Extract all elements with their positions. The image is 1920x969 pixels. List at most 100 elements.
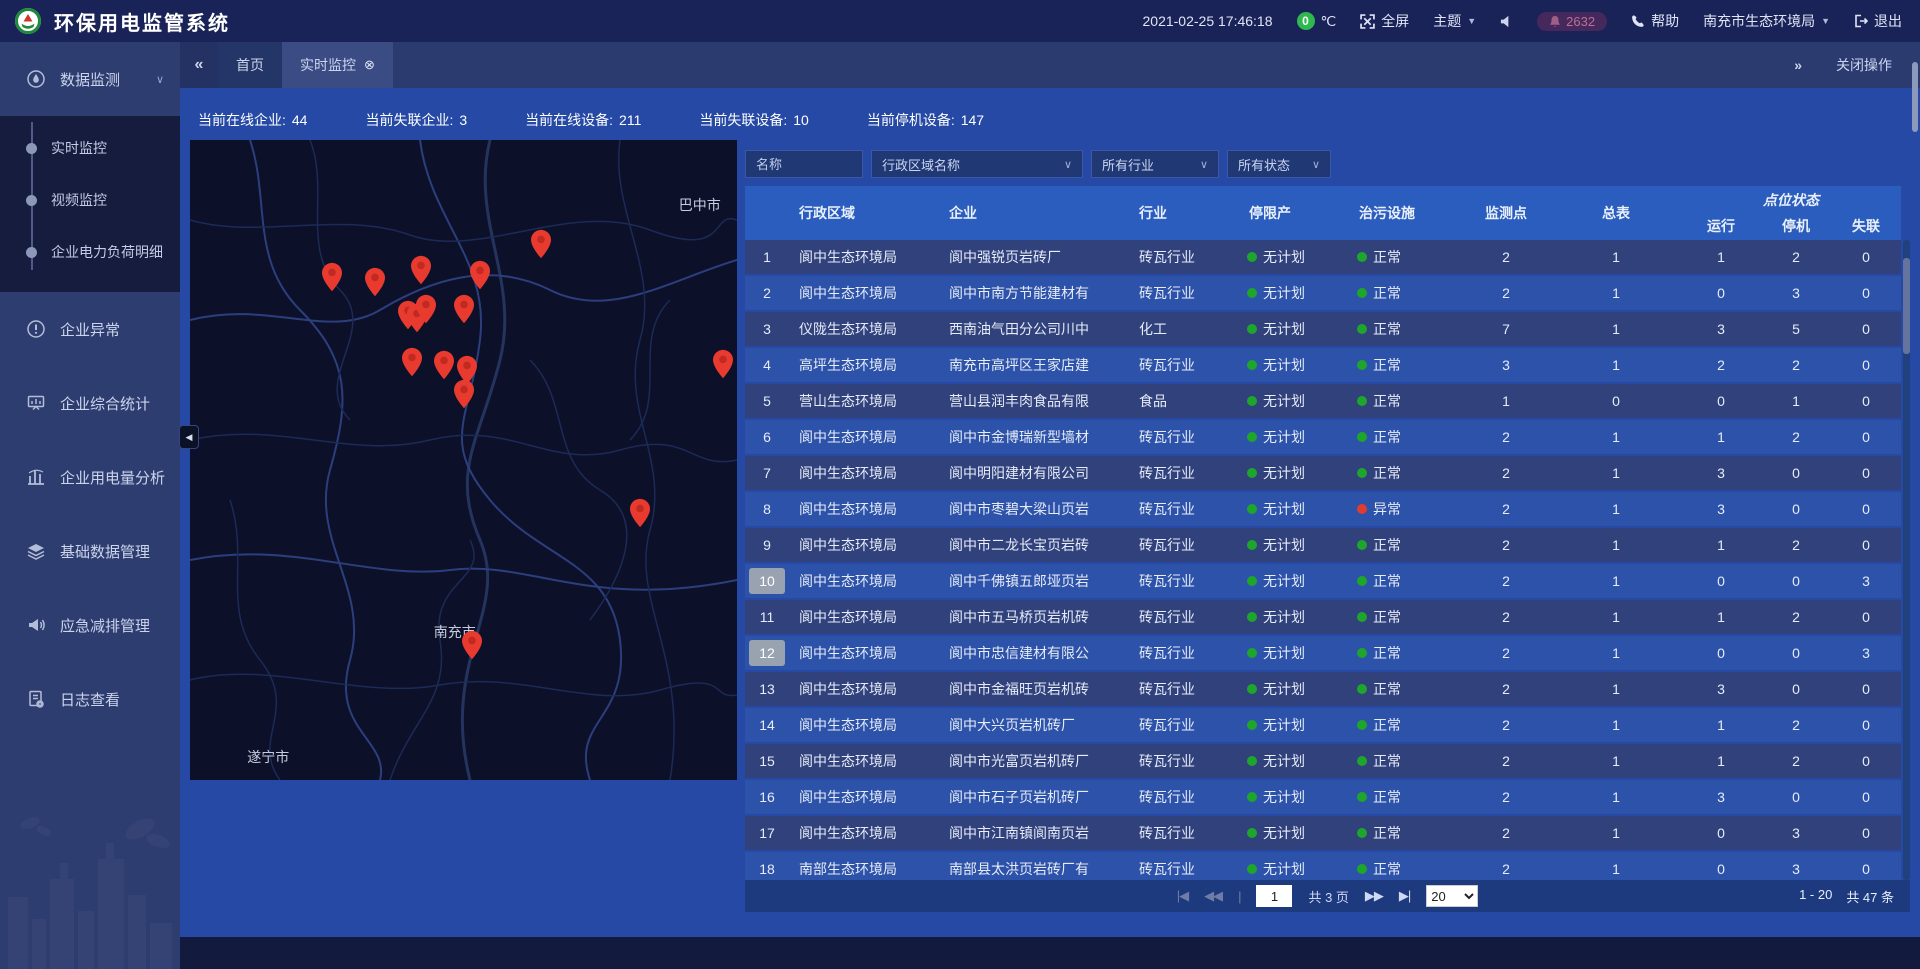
sidebar-item-base-data-manage[interactable]: 基础数据管理 — [0, 514, 180, 588]
table-row[interactable]: 12阆中生态环境局阆中市忠信建材有限公砖瓦行业无计划正常21003 — [745, 636, 1901, 670]
status-dot-icon — [1247, 396, 1257, 406]
sidebar-item-log-view[interactable]: 日志查看 — [0, 662, 180, 736]
table-row[interactable]: 3仪陇生态环境局西南油气田分公司川中化工无计划正常71350 — [745, 312, 1901, 346]
org-dropdown[interactable]: 南充市生态环境局 ▼ — [1703, 11, 1830, 31]
cell-stop-limit-status: 无计划 — [1239, 672, 1349, 706]
tab-close-icon[interactable]: ⊗ — [364, 57, 375, 73]
region-filter-select[interactable]: 行政区域名称 ∨ — [871, 150, 1083, 178]
table-row[interactable]: 13阆中生态环境局阆中市金福旺页岩机砖砖瓦行业无计划正常21300 — [745, 672, 1901, 706]
table-scrollbar-thumb[interactable] — [1903, 258, 1910, 354]
first-page-button[interactable]: |◀ — [1177, 888, 1188, 904]
table-row[interactable]: 1阆中生态环境局阆中强锐页岩砖厂砖瓦行业无计划正常21120 — [745, 240, 1901, 274]
table-row[interactable]: 2阆中生态环境局阆中市南方节能建材有砖瓦行业无计划正常21030 — [745, 276, 1901, 310]
table-row[interactable]: 7阆中生态环境局阆中明阳建材有限公司砖瓦行业无计划正常21300 — [745, 456, 1901, 490]
industry-filter-select[interactable]: 所有行业 ∨ — [1091, 150, 1219, 178]
sidebar-item-enterprise-abnormal[interactable]: 企业异常 — [0, 292, 180, 366]
cell-facility-status-label: 正常 — [1373, 463, 1401, 483]
sidebar-subitem-video-monitor[interactable]: 视频监控 — [0, 174, 180, 226]
page-number-input[interactable] — [1256, 885, 1292, 907]
sidebar-item-emergency-reduction[interactable]: 应急减排管理 — [0, 588, 180, 662]
cell-company: 南部县太洪页岩砖厂有 — [939, 852, 1129, 880]
sidebar-item-power-usage-analysis[interactable]: 企业用电量分析 — [0, 440, 180, 514]
theme-dropdown[interactable]: 主题 ▼ — [1433, 11, 1476, 31]
tabs-scroll-left-button[interactable]: « — [180, 42, 218, 88]
map-pin[interactable] — [410, 255, 432, 285]
map-pin[interactable] — [712, 349, 734, 379]
cell-facility-status-label: 正常 — [1373, 859, 1401, 879]
cell-row-number: 10 — [745, 564, 789, 598]
table-row[interactable]: 8阆中生态环境局阆中市枣碧大梁山页岩砖瓦行业无计划异常21300 — [745, 492, 1901, 526]
cell-facility-status: 正常 — [1349, 636, 1461, 670]
tab-realtime-monitor[interactable]: 实时监控 ⊗ — [282, 42, 393, 88]
notification-badge[interactable]: 2632 — [1537, 12, 1607, 31]
prev-page-button[interactable]: ◀◀ — [1204, 888, 1222, 904]
theme-label: 主题 — [1433, 11, 1461, 31]
name-filter-input[interactable] — [756, 157, 852, 172]
cell-running: 1 — [1681, 600, 1761, 634]
map-pin[interactable] — [629, 498, 651, 528]
fullscreen-button[interactable]: 全屏 — [1360, 11, 1409, 31]
table-scrollbar[interactable] — [1903, 240, 1910, 880]
table-row[interactable]: 18南部生态环境局南部县太洪页岩砖厂有砖瓦行业无计划正常21030 — [745, 852, 1901, 880]
row-number: 16 — [757, 789, 777, 805]
map-pin[interactable] — [461, 630, 483, 660]
cell-stop-limit-status: 无计划 — [1239, 276, 1349, 310]
table-row[interactable]: 16阆中生态环境局阆中市石子页岩机砖厂砖瓦行业无计划正常21300 — [745, 780, 1901, 814]
next-page-button[interactable]: ▶▶ — [1365, 888, 1383, 904]
table-row[interactable]: 11阆中生态环境局阆中市五马桥页岩机砖砖瓦行业无计划正常21120 — [745, 600, 1901, 634]
map-pin[interactable] — [364, 267, 386, 297]
last-page-button[interactable]: ▶| — [1399, 888, 1410, 904]
col-pollution-facility: 治污设施 — [1349, 186, 1461, 240]
sidebar-subitem-realtime-monitor[interactable]: 实时监控 — [0, 122, 180, 174]
map-collapse-button[interactable]: ◀ — [179, 425, 199, 449]
map-pin[interactable] — [433, 350, 455, 380]
cell-stopped: 3 — [1761, 276, 1831, 310]
table-row[interactable]: 9阆中生态环境局阆中市二龙长宝页岩砖砖瓦行业无计划正常21120 — [745, 528, 1901, 562]
status-filter-select[interactable]: 所有状态 ∨ — [1227, 150, 1331, 178]
table-row[interactable]: 14阆中生态环境局阆中大兴页岩机砖厂砖瓦行业无计划正常21120 — [745, 708, 1901, 742]
logout-button[interactable]: 退出 — [1854, 11, 1902, 31]
col-index — [745, 186, 789, 240]
name-filter-field[interactable] — [745, 150, 863, 178]
table-row[interactable]: 17阆中生态环境局阆中市江南镇阆南页岩砖瓦行业无计划正常21030 — [745, 816, 1901, 850]
map-pin[interactable] — [453, 379, 475, 409]
tab-home[interactable]: 首页 — [218, 42, 282, 88]
cell-facility-status: 正常 — [1349, 564, 1461, 598]
cell-facility-status-label: 正常 — [1373, 391, 1401, 411]
close-operations-button[interactable]: 关闭操作 — [1836, 55, 1892, 75]
table-row[interactable]: 4高坪生态环境局南充市高坪区王家店建砖瓦行业无计划正常31220 — [745, 348, 1901, 382]
stat-label: 当前在线设备: — [525, 112, 613, 128]
map-pin[interactable] — [453, 294, 475, 324]
cell-facility-status: 正常 — [1349, 672, 1461, 706]
status-dot-icon — [1357, 288, 1367, 298]
table-row[interactable]: 10阆中生态环境局阆中千佛镇五郎垭页岩砖瓦行业无计划正常21003 — [745, 564, 1901, 598]
cell-row-number: 4 — [745, 348, 789, 382]
map-pin[interactable] — [321, 262, 343, 292]
map-pin[interactable] — [401, 347, 423, 377]
row-number: 5 — [757, 393, 777, 409]
sidebar-item-enterprise-statistics[interactable]: 企业综合统计 — [0, 366, 180, 440]
cell-facility-status: 正常 — [1349, 744, 1461, 778]
sound-toggle[interactable] — [1500, 15, 1513, 28]
map-pin[interactable] — [415, 294, 437, 324]
help-button[interactable]: 帮助 — [1631, 11, 1679, 31]
col-stop-limit: 停限产 — [1239, 186, 1349, 240]
map-pin[interactable] — [469, 260, 491, 290]
stat-item: 当前在线设备:211 — [525, 110, 641, 130]
page-scrollbar-thumb[interactable] — [1912, 62, 1918, 132]
page-size-select[interactable]: 20 — [1426, 885, 1478, 907]
table-row[interactable]: 6阆中生态环境局阆中市金博瑞新型墙材砖瓦行业无计划正常21120 — [745, 420, 1901, 454]
sidebar-item-data-monitor[interactable]: 数据监测∨ — [0, 42, 180, 116]
table-row[interactable]: 5营山生态环境局营山县润丰肉食品有限食品无计划正常10010 — [745, 384, 1901, 418]
sidebar-subitem-power-load-detail[interactable]: 企业电力负荷明细 — [0, 226, 180, 278]
cell-facility-status-label: 正常 — [1373, 751, 1401, 771]
row-number: 4 — [757, 357, 777, 373]
cell-facility-status: 正常 — [1349, 780, 1461, 814]
fullscreen-label: 全屏 — [1381, 11, 1409, 31]
table-row[interactable]: 15阆中生态环境局阆中市光富页岩机砖厂砖瓦行业无计划正常21120 — [745, 744, 1901, 778]
double-right-icon[interactable]: » — [1794, 57, 1802, 73]
datetime: 2021-02-25 17:46:18 — [1143, 13, 1273, 29]
map-panel[interactable]: 巴中市南充市遂宁市 — [190, 140, 737, 780]
map-pin[interactable] — [530, 229, 552, 259]
status-dot-icon — [1357, 576, 1367, 586]
